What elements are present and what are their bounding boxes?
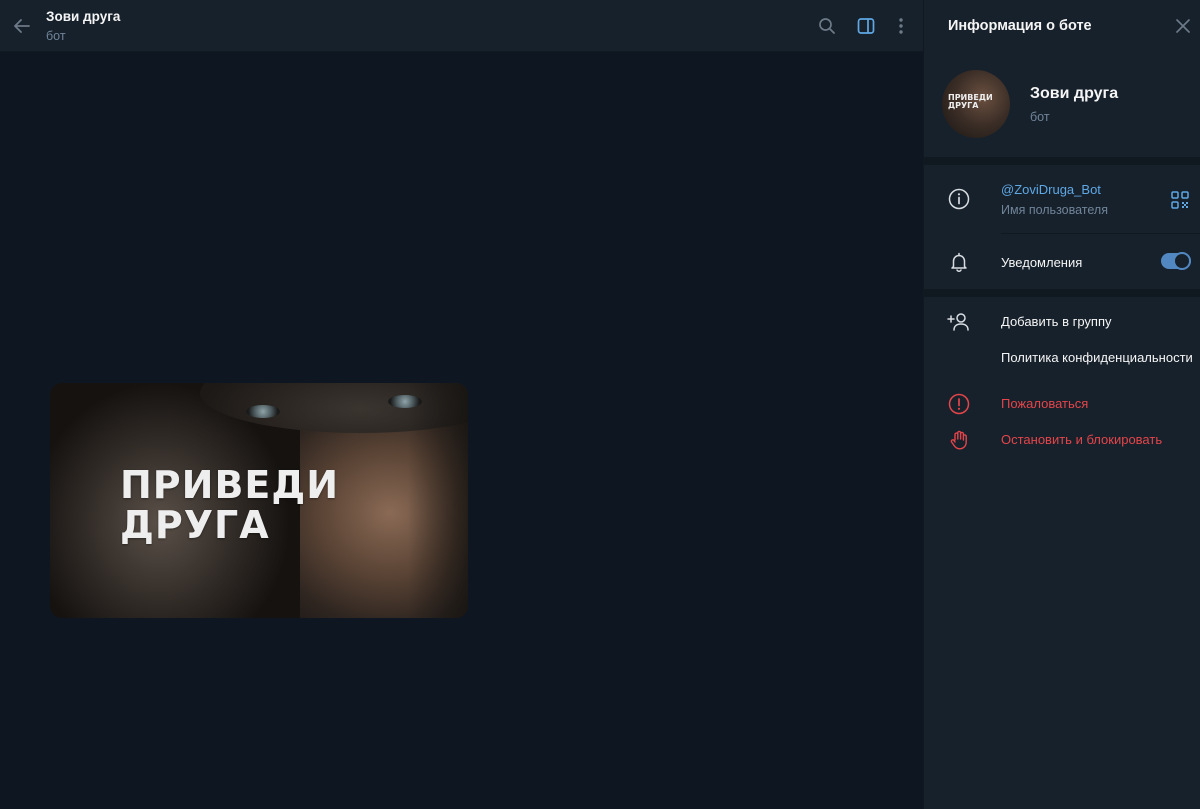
media-headline-line2: ДРУГА [120,503,270,547]
row-divider [1001,233,1200,234]
close-icon [1176,19,1190,33]
add-to-group-button[interactable]: Добавить в группу [924,305,1200,339]
toggle-sidebar-button[interactable] [852,12,880,40]
bot-intro-image[interactable]: ПРИВЕДИ ДРУГА [50,383,468,618]
toggle-knob [1173,252,1191,270]
username-label: Имя пользователя [1001,203,1108,217]
bot-info-panel: Информация о боте ПРИВЕДИ ДРУГА Зови дру… [923,0,1200,809]
notifications-label: Уведомления [1001,255,1083,270]
qr-code-button[interactable] [1170,190,1190,210]
privacy-policy-label: Политика конфиденциальности [1001,350,1193,365]
avatar-text-line2: ДРУГА [948,101,979,110]
close-panel-button[interactable] [1172,15,1194,37]
chat-subtitle: бот [46,29,66,43]
stop-and-block-button[interactable]: Остановить и блокировать [924,423,1200,457]
section-divider [924,289,1200,297]
chat-title[interactable]: Зови друга [46,9,120,24]
arrow-left-icon [14,19,30,33]
back-button[interactable] [8,12,36,40]
more-vertical-icon [899,18,903,34]
info-icon [946,186,972,212]
avatar[interactable]: ПРИВЕДИ ДРУГА [942,70,1010,138]
search-button[interactable] [813,12,841,40]
media-headline: ПРИВЕДИ ДРУГА [120,465,420,545]
qr-code-icon [1171,191,1189,209]
report-button[interactable]: Пожаловаться [924,387,1200,421]
sidebar-panel-icon [857,18,875,34]
report-icon [946,391,972,417]
avatar-text: ПРИВЕДИ ДРУГА [948,94,1004,110]
media-eye-shape [246,405,280,418]
add-to-group-label: Добавить в группу [1001,314,1112,329]
search-icon [819,18,835,34]
panel-title: Информация о боте [948,18,1092,34]
notifications-toggle[interactable] [1161,252,1191,270]
stop-and-block-label: Остановить и блокировать [1001,432,1163,447]
privacy-policy-button[interactable]: Политика конфиденциальности [924,341,1200,375]
more-options-button[interactable] [887,12,915,40]
media-headline-line1: ПРИВЕДИ [120,463,340,507]
bot-type: бот [1030,110,1050,124]
section-divider [924,157,1200,165]
chat-header: Зови друга бот [0,0,923,52]
stop-hand-icon [946,427,972,453]
bell-icon [946,249,972,275]
chat-area: Зови друга бот ПРИВЕДИ ДРУГА [0,0,923,809]
bot-name: Зови друга [1030,85,1119,102]
username-value[interactable]: @ZoviDruga_Bot [1001,182,1101,197]
report-label: Пожаловаться [1001,396,1089,411]
add-user-icon [946,309,972,335]
